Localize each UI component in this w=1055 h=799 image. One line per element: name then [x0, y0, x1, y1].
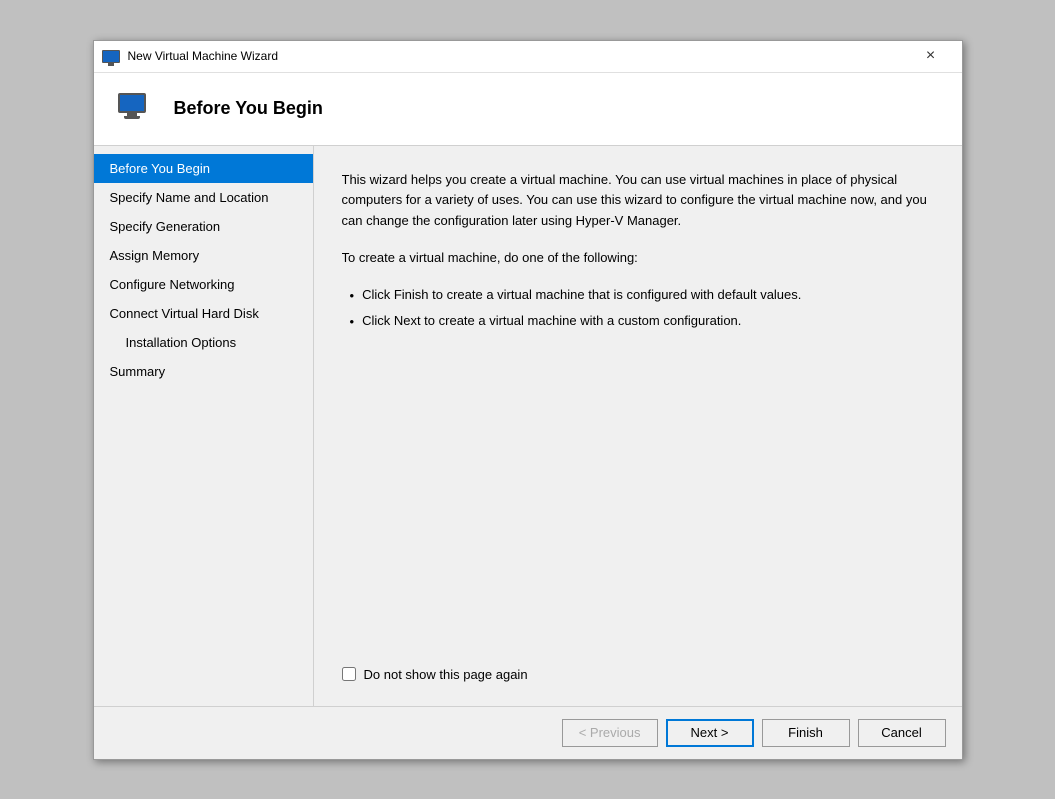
- cancel-button[interactable]: Cancel: [858, 719, 946, 747]
- bullet-item-2: • Click Next to create a virtual machine…: [350, 311, 934, 332]
- window-icon: [102, 50, 120, 63]
- checkbox-area: Do not show this page again: [342, 651, 934, 682]
- close-button[interactable]: ×: [908, 40, 954, 72]
- header-title: Before You Begin: [174, 98, 323, 119]
- sidebar-item-assign-memory[interactable]: Assign Memory: [94, 241, 313, 270]
- window-title: New Virtual Machine Wizard: [128, 49, 279, 63]
- dont-show-label[interactable]: Do not show this page again: [364, 667, 528, 682]
- finish-button[interactable]: Finish: [762, 719, 850, 747]
- dont-show-checkbox[interactable]: [342, 667, 356, 681]
- bullet-list: • Click Finish to create a virtual machi…: [350, 285, 934, 332]
- content-area: Before You BeginSpecify Name and Locatio…: [94, 146, 962, 706]
- title-bar-left: New Virtual Machine Wizard: [102, 49, 279, 63]
- sidebar-item-configure-networking[interactable]: Configure Networking: [94, 270, 313, 299]
- bullet-text-2: Click Next to create a virtual machine w…: [362, 311, 741, 332]
- sidebar-item-installation-options[interactable]: Installation Options: [94, 328, 313, 357]
- steps-intro: To create a virtual machine, do one of t…: [342, 248, 934, 269]
- bullet-text-1: Click Finish to create a virtual machine…: [362, 285, 801, 306]
- next-button[interactable]: Next >: [666, 719, 754, 747]
- sidebar-item-before-you-begin[interactable]: Before You Begin: [94, 154, 313, 183]
- main-panel: This wizard helps you create a virtual m…: [314, 146, 962, 706]
- bullet-item-1: • Click Finish to create a virtual machi…: [350, 285, 934, 306]
- header-area: Before You Begin: [94, 73, 962, 146]
- sidebar-item-connect-vhd[interactable]: Connect Virtual Hard Disk: [94, 299, 313, 328]
- sidebar-item-summary[interactable]: Summary: [94, 357, 313, 386]
- title-bar: New Virtual Machine Wizard ×: [94, 41, 962, 73]
- sidebar-item-specify-generation[interactable]: Specify Generation: [94, 212, 313, 241]
- intro-paragraph: This wizard helps you create a virtual m…: [342, 170, 934, 232]
- bullet-dot-1: •: [350, 286, 355, 306]
- sidebar: Before You BeginSpecify Name and Locatio…: [94, 146, 314, 706]
- main-content: This wizard helps you create a virtual m…: [342, 170, 934, 651]
- bullet-dot-2: •: [350, 312, 355, 332]
- sidebar-item-specify-name[interactable]: Specify Name and Location: [94, 183, 313, 212]
- footer-area: < Previous Next > Finish Cancel: [94, 706, 962, 759]
- previous-button[interactable]: < Previous: [562, 719, 658, 747]
- header-icon: [118, 93, 158, 125]
- wizard-window: New Virtual Machine Wizard × Before You …: [93, 40, 963, 760]
